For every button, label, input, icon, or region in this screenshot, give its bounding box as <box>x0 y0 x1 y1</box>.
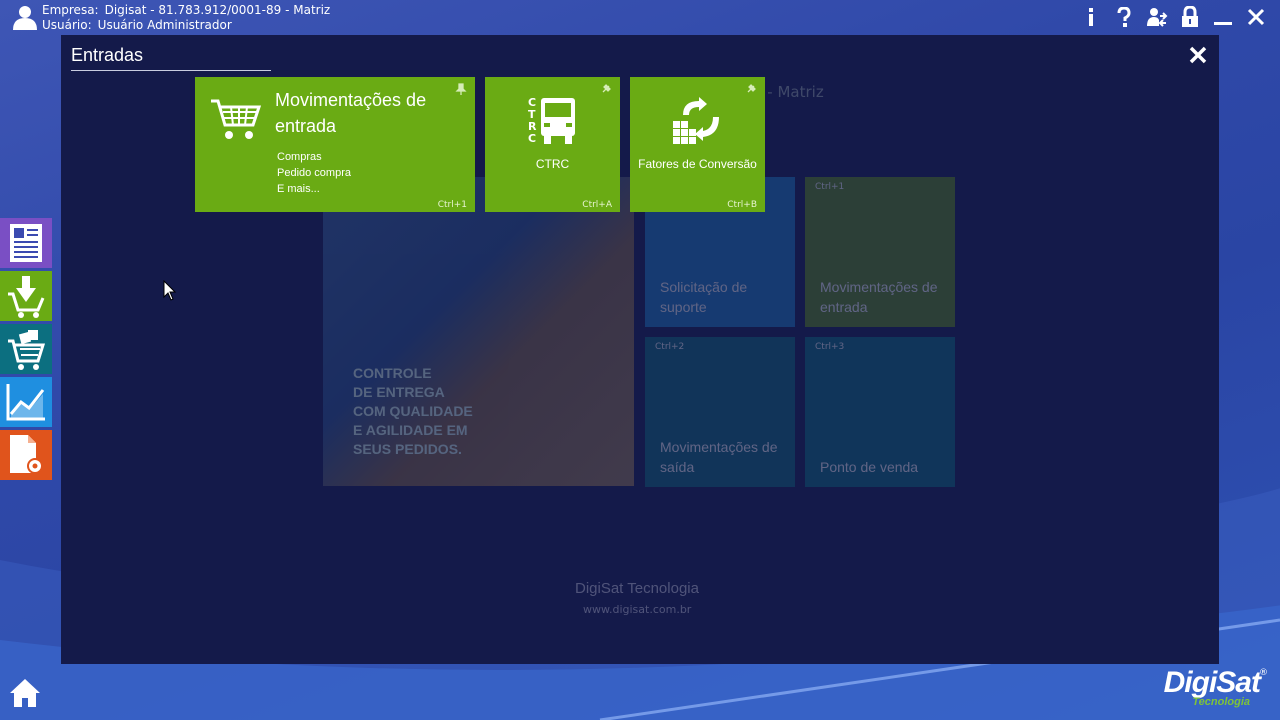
digisat-logo: DigiSat Tecnologia ® <box>1148 666 1268 712</box>
switch-user-icon[interactable] <box>1140 4 1173 30</box>
minimize-icon[interactable] <box>1206 4 1239 30</box>
document-icon <box>10 224 42 262</box>
tile-movimentacoes-entrada[interactable]: Movimentações de entrada Compras Pedido … <box>195 77 475 212</box>
tile-ctrc[interactable]: C T R C CTRC Ctrl+A <box>485 77 620 212</box>
sidebar-item-cadastros[interactable] <box>0 218 52 268</box>
mouse-cursor <box>163 280 177 301</box>
cart-box-icon <box>8 330 46 370</box>
tile-label: CTRC <box>535 157 570 171</box>
user-value: Usuário Administrador <box>97 18 232 32</box>
svg-text:C: C <box>528 132 536 145</box>
info-icon[interactable] <box>1074 4 1107 30</box>
company-value: Digisat - 81.783.912/0001-89 - Matriz <box>104 3 331 17</box>
tile-shortcut: Ctrl+A <box>582 200 612 210</box>
sidebar-item-configuracoes[interactable] <box>0 430 52 480</box>
truck-icon: C T R C <box>528 96 575 145</box>
tile-label: Fatores de Conversão <box>638 157 757 171</box>
logo-registered: ® <box>1259 668 1268 678</box>
pin-icon[interactable] <box>600 83 612 95</box>
cart-download-icon <box>8 276 45 318</box>
top-bar: Empresa: Digisat - 81.783.912/0001-89 - M… <box>0 0 1280 34</box>
help-icon[interactable] <box>1107 4 1140 30</box>
company-info: Empresa: Digisat - 81.783.912/0001-89 - M… <box>42 3 336 17</box>
sidebar-item-entradas[interactable] <box>0 271 52 321</box>
lock-icon[interactable] <box>1173 4 1206 30</box>
chart-icon <box>6 384 45 421</box>
dimmed-banner: CONTROLE DE ENTREGA COM QUALIDADE E AGIL… <box>323 177 634 486</box>
tile-subitem-compras[interactable]: Compras <box>277 151 322 163</box>
conversion-icon <box>673 97 719 144</box>
tile-shortcut: Ctrl+1 <box>437 200 467 210</box>
tile-subitem-e-mais[interactable]: E mais... <box>277 183 320 195</box>
banner-text: CONTROLE DE ENTREGA COM QUALIDADE E AGIL… <box>353 365 473 457</box>
user-info: Usuário: Usuário Administrador <box>42 18 238 32</box>
logo-main: DigiSat <box>1163 666 1261 699</box>
tile-title: Movimentações de entrada <box>275 90 427 136</box>
dimmed-footer-url: www.digisat.com.br <box>583 603 692 616</box>
settings-document-icon <box>10 435 43 474</box>
tile-shortcut: Ctrl+B <box>727 200 757 210</box>
tile-subitem-pedido-compra[interactable]: Pedido compra <box>277 167 351 179</box>
user-icon <box>13 6 37 30</box>
sidebar-item-saidas[interactable] <box>0 324 52 374</box>
tile-fatores-conversao[interactable]: Fatores de Conversão Ctrl+B <box>630 77 765 212</box>
sidebar-item-relatorios[interactable] <box>0 377 52 427</box>
pin-icon[interactable] <box>745 83 757 95</box>
dimmed-tile-saida: Ctrl+2 Movimentações de saída <box>645 337 795 487</box>
window-controls <box>1074 4 1272 30</box>
cart-icon <box>211 99 261 139</box>
company-label: Empresa: <box>42 3 99 17</box>
pin-icon[interactable] <box>455 83 467 95</box>
dimmed-tile-pdv: Ctrl+3 Ponto de venda <box>805 337 955 487</box>
home-icon[interactable] <box>8 676 42 710</box>
close-icon[interactable] <box>1239 4 1272 30</box>
logo-sub: Tecnologia <box>1192 696 1250 708</box>
user-label: Usuário: <box>42 18 92 32</box>
dimmed-footer-title: DigiSat Tecnologia <box>575 580 699 597</box>
dimmed-tile-entrada: Ctrl+1 Movimentações de entrada <box>805 177 955 327</box>
